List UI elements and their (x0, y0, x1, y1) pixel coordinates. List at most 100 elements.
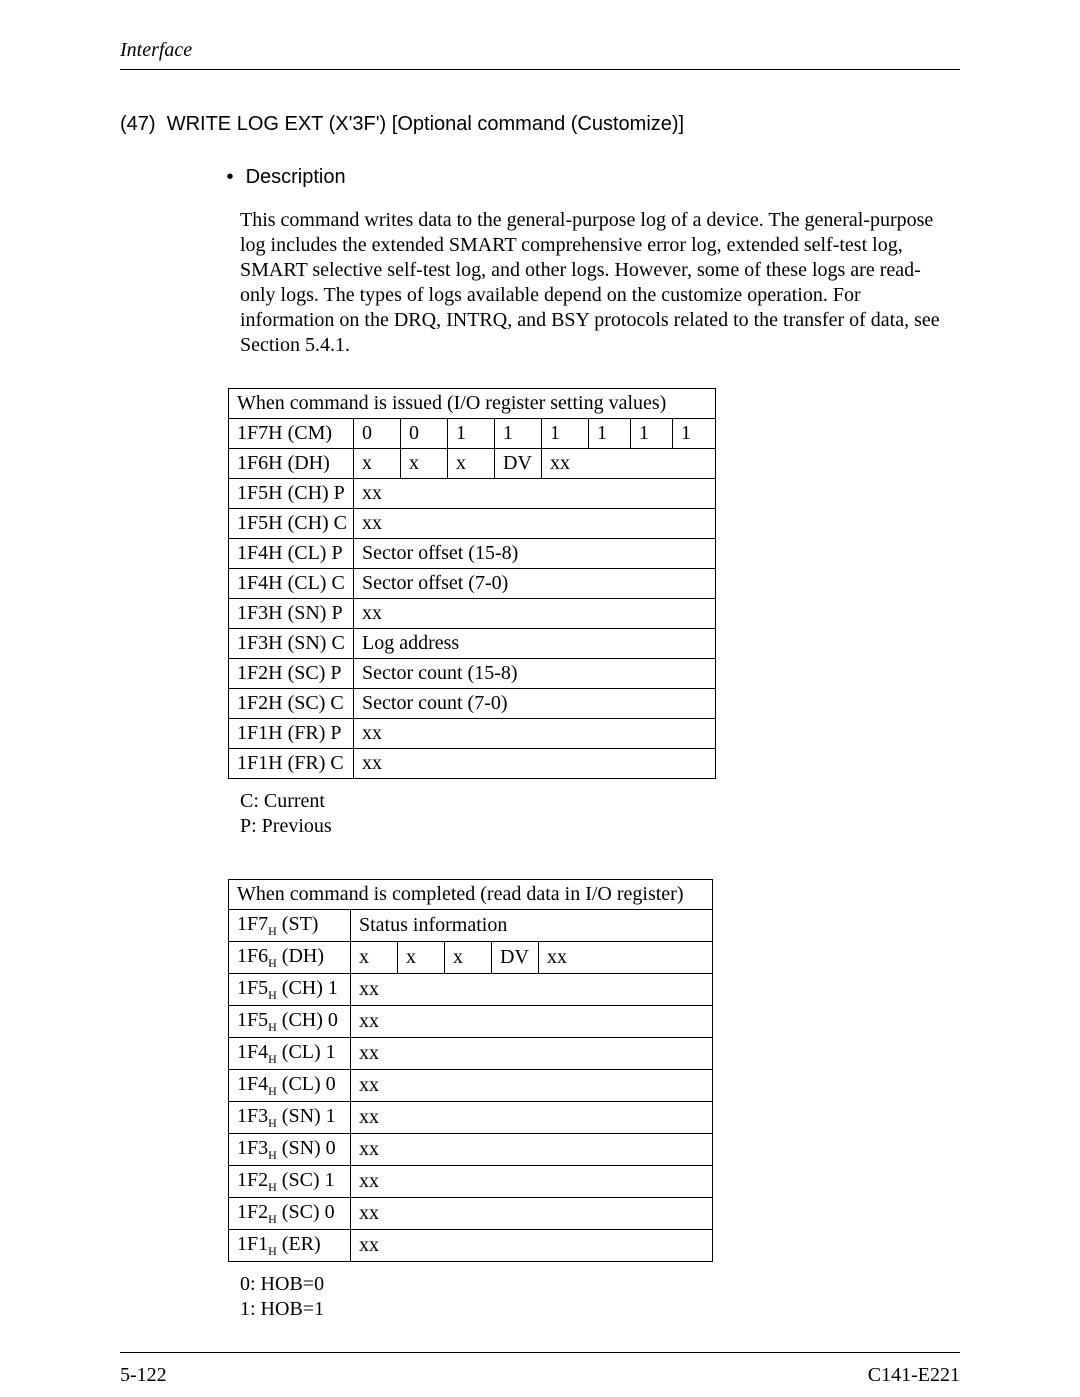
table-row: 1F7H (ST) Status information (229, 910, 713, 942)
reg-value: xx (354, 749, 716, 779)
legend-issued: C: Current P: Previous (240, 789, 960, 839)
reg-label: 1F4H (CL) 1 (229, 1038, 351, 1070)
table-row: 1F3H (SN) Pxx (229, 599, 716, 629)
reg-value: xx (351, 1038, 713, 1070)
legend-line: 0: HOB=0 (240, 1272, 960, 1297)
reg-label: 1F3H (SN) P (229, 599, 354, 629)
table-row: 1F4H (CL) CSector offset (7-0) (229, 569, 716, 599)
running-header: Interface (120, 38, 960, 70)
table-row: 1F6H (DH) x x x DV xx (229, 942, 713, 974)
reg-label: 1F5H (CH) C (229, 509, 354, 539)
reg-value: Sector offset (7-0) (354, 569, 716, 599)
bit-cell: 1 (589, 419, 631, 449)
reg-label: 1F7H (CM) (229, 419, 354, 449)
bit-cell: 1 (631, 419, 673, 449)
description-paragraph: This command writes data to the general-… (240, 208, 950, 358)
legend-completed: 0: HOB=0 1: HOB=1 (240, 1272, 960, 1322)
bit-cell: x (401, 449, 448, 479)
reg-value: xx (351, 1006, 713, 1038)
table-row: 1F7H (CM) 0 0 1 1 1 1 1 1 (229, 419, 716, 449)
bit-cell: xx (539, 942, 713, 974)
reg-label: 1F4H (CL) P (229, 539, 354, 569)
reg-label: 1F6H (DH) (229, 449, 354, 479)
reg-label: 1F5H (CH) P (229, 479, 354, 509)
bullet-description: • Description (220, 165, 960, 190)
table-row: When command is completed (read data in … (229, 880, 713, 910)
table-row: 1F6H (DH) x x x DV xx (229, 449, 716, 479)
table-row: 1F4H (CL) PSector offset (15-8) (229, 539, 716, 569)
reg-value: xx (351, 1230, 713, 1262)
reg-label: 1F2H (SC) P (229, 659, 354, 689)
reg-value: xx (351, 974, 713, 1006)
reg-value: Log address (354, 629, 716, 659)
reg-label: 1F1H (FR) C (229, 749, 354, 779)
table-row: 1F1H (ER)xx (229, 1230, 713, 1262)
bit-cell: xx (542, 449, 716, 479)
bit-cell: 1 (495, 419, 542, 449)
reg-value: xx (351, 1166, 713, 1198)
reg-label: 1F4H (CL) 0 (229, 1070, 351, 1102)
reg-label: 1F5H (CH) 0 (229, 1006, 351, 1038)
legend-line: 1: HOB=1 (240, 1297, 960, 1322)
table-row: 1F5H (CH) Cxx (229, 509, 716, 539)
table-row: 1F1H (FR) Pxx (229, 719, 716, 749)
reg-label: 1F7H (ST) (229, 910, 351, 942)
table-row: 1F2H (SC) PSector count (15-8) (229, 659, 716, 689)
bit-cell: 1 (542, 419, 589, 449)
reg-value: xx (354, 719, 716, 749)
table-title: When command is completed (read data in … (229, 880, 713, 910)
table-completed-wrap: When command is completed (read data in … (228, 879, 960, 1262)
bit-cell: DV (495, 449, 542, 479)
bit-cell: 0 (401, 419, 448, 449)
doc-code: C141-E221 (868, 1363, 960, 1388)
reg-label: 1F2H (SC) C (229, 689, 354, 719)
bit-cell: 0 (354, 419, 401, 449)
reg-label: 1F6H (DH) (229, 942, 351, 974)
table-row: 1F4H (CL) 0xx (229, 1070, 713, 1102)
legend-line: C: Current (240, 789, 960, 814)
table-issued: When command is issued (I/O register set… (228, 388, 716, 779)
reg-value: xx (354, 509, 716, 539)
table-row: 1F3H (SN) 0xx (229, 1134, 713, 1166)
reg-label: 1F4H (CL) C (229, 569, 354, 599)
reg-label: 1F5H (CH) 1 (229, 974, 351, 1006)
table-row: 1F5H (CH) 1xx (229, 974, 713, 1006)
table-row: 1F3H (SN) 1xx (229, 1102, 713, 1134)
reg-label: 1F1H (FR) P (229, 719, 354, 749)
bit-cell: x (448, 449, 495, 479)
table-row: 1F2H (SC) 1xx (229, 1166, 713, 1198)
reg-value: xx (351, 1102, 713, 1134)
reg-value: xx (351, 1198, 713, 1230)
bit-cell: x (445, 942, 492, 974)
table-completed: When command is completed (read data in … (228, 879, 713, 1262)
table-row: 1F2H (SC) 0xx (229, 1198, 713, 1230)
section-name: WRITE LOG EXT (X'3F') [Optional command … (167, 113, 684, 135)
table-row: 1F2H (SC) CSector count (7-0) (229, 689, 716, 719)
bit-cell: x (398, 942, 445, 974)
bit-cell: x (354, 449, 401, 479)
table-row: 1F1H (FR) Cxx (229, 749, 716, 779)
page-number: 5-122 (120, 1363, 167, 1388)
table-issued-wrap: When command is issued (I/O register set… (228, 388, 960, 779)
table-row: When command is issued (I/O register set… (229, 389, 716, 419)
bullet-icon: • (220, 165, 240, 190)
bit-cell: 1 (448, 419, 495, 449)
page-footer: 5-122 C141-E221 (120, 1352, 960, 1388)
reg-label: 1F3H (SN) C (229, 629, 354, 659)
table-title: When command is issued (I/O register set… (229, 389, 716, 419)
reg-value: Sector offset (15-8) (354, 539, 716, 569)
table-row: 1F5H (CH) 0xx (229, 1006, 713, 1038)
reg-label: 1F2H (SC) 0 (229, 1198, 351, 1230)
table-row: 1F3H (SN) CLog address (229, 629, 716, 659)
legend-line: P: Previous (240, 814, 960, 839)
reg-label: 1F3H (SN) 1 (229, 1102, 351, 1134)
reg-value: xx (354, 599, 716, 629)
reg-value: xx (351, 1070, 713, 1102)
reg-value: xx (351, 1134, 713, 1166)
table-row: 1F5H (CH) Pxx (229, 479, 716, 509)
bit-cell: x (351, 942, 398, 974)
bit-cell: 1 (673, 419, 716, 449)
reg-label: 1F2H (SC) 1 (229, 1166, 351, 1198)
bullet-label: Description (246, 166, 346, 188)
table-row: 1F4H (CL) 1xx (229, 1038, 713, 1070)
